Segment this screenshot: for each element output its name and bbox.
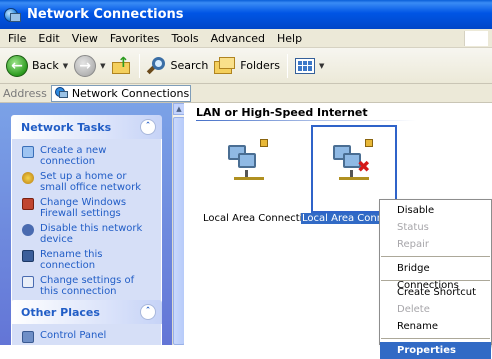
- task-label: Disable this network device: [40, 223, 143, 245]
- lan-connection-disconnected-icon[interactable]: ✖: [331, 139, 377, 185]
- menu-file[interactable]: File: [2, 32, 32, 45]
- network-tasks-body: Create a new connection Set up a home or…: [11, 139, 162, 308]
- place-control-panel[interactable]: Control Panel: [22, 330, 155, 343]
- menu-separator: [381, 338, 490, 339]
- disconnected-x-icon: ✖: [357, 157, 371, 176]
- up-button[interactable]: ↑: [109, 51, 135, 81]
- disable-device-icon: [22, 224, 34, 236]
- task-label: Rename this connection: [40, 249, 103, 271]
- place-label: Control Panel: [40, 330, 107, 341]
- address-bar: Address Network Connections: [0, 84, 492, 103]
- rename-icon: [22, 250, 34, 262]
- new-connection-icon: [22, 146, 34, 158]
- menu-help[interactable]: Help: [271, 32, 308, 45]
- menu-item-delete[interactable]: Delete: [380, 301, 491, 318]
- menu-edit[interactable]: Edit: [32, 32, 65, 45]
- menu-advanced[interactable]: Advanced: [205, 32, 271, 45]
- menu-item-status[interactable]: Status: [380, 219, 491, 236]
- home-network-icon: [22, 172, 34, 184]
- other-places-header[interactable]: Other Places ˆ: [11, 300, 162, 324]
- folders-label: Folders: [240, 59, 281, 72]
- task-pane: Network Tasks ˆ Create a new connection …: [0, 103, 172, 345]
- task-setup-home-network[interactable]: Set up a home or small office network: [22, 171, 155, 193]
- back-arrow-icon: ←: [6, 54, 28, 77]
- task-pane-scrollbar[interactable]: ▲: [172, 103, 185, 345]
- menu-bar: File Edit View Favorites Tools Advanced …: [0, 29, 492, 48]
- collapse-chevron-icon[interactable]: ˆ: [140, 304, 156, 320]
- context-menu: Disable Status Repair Bridge Connections…: [379, 199, 492, 359]
- forward-dropdown-icon[interactable]: ▼: [100, 62, 105, 70]
- task-label: Change settings of this connection: [40, 275, 135, 297]
- toolbar-separator: [138, 53, 140, 78]
- address-field[interactable]: Network Connections: [50, 84, 191, 102]
- menu-item-rename[interactable]: Rename: [380, 318, 491, 335]
- control-panel-icon: [22, 331, 34, 343]
- toolbar: ← Back ▼ → ▼ ↑ Search Folders ▼: [0, 48, 492, 84]
- views-icon: [295, 57, 316, 74]
- network-tasks-panel: Network Tasks ˆ Create a new connection …: [11, 115, 162, 308]
- windows-flag-logo: [464, 31, 488, 46]
- network-connections-icon: [54, 87, 68, 99]
- network-connections-icon: [4, 7, 22, 23]
- title-bar[interactable]: Network Connections: [0, 0, 492, 29]
- connection-label[interactable]: Local Area Connection: [202, 213, 316, 224]
- task-label: Create a new connection: [40, 145, 107, 167]
- back-dropdown-icon[interactable]: ▼: [63, 62, 68, 70]
- task-firewall-settings[interactable]: Change Windows Firewall settings: [22, 197, 155, 219]
- group-title: LAN or High-Speed Internet: [196, 106, 368, 119]
- task-disable-device[interactable]: Disable this network device: [22, 223, 155, 245]
- group-divider: [196, 120, 416, 121]
- firewall-icon: [22, 198, 34, 210]
- menu-favorites[interactable]: Favorites: [104, 32, 166, 45]
- other-places-title: Other Places: [21, 305, 100, 319]
- connection-label-selected[interactable]: Local Area Connection 2: [301, 213, 379, 224]
- toolbar-separator: [287, 53, 289, 78]
- task-label: Change Windows Firewall settings: [40, 197, 127, 219]
- other-places-body: Control Panel: [11, 324, 162, 345]
- folders-icon: [214, 56, 236, 75]
- back-label: Back: [32, 59, 59, 72]
- menu-view[interactable]: View: [66, 32, 104, 45]
- address-value: Network Connections: [71, 86, 190, 100]
- window-title: Network Connections: [27, 7, 184, 22]
- task-label: Set up a home or small office network: [40, 171, 142, 193]
- back-button[interactable]: ← Back ▼: [3, 51, 71, 81]
- views-dropdown-icon[interactable]: ▼: [319, 62, 324, 70]
- views-button[interactable]: ▼: [292, 51, 327, 81]
- collapse-chevron-icon[interactable]: ˆ: [140, 119, 156, 135]
- menu-tools[interactable]: Tools: [166, 32, 205, 45]
- settings-icon: [22, 276, 34, 288]
- task-change-settings[interactable]: Change settings of this connection: [22, 275, 155, 297]
- other-places-panel: Other Places ˆ Control Panel: [11, 300, 162, 345]
- network-tasks-header[interactable]: Network Tasks ˆ: [11, 115, 162, 139]
- forward-arrow-icon: →: [74, 54, 97, 77]
- task-rename-connection[interactable]: Rename this connection: [22, 249, 155, 271]
- menu-item-bridge-connections[interactable]: Bridge Connections: [380, 260, 491, 291]
- menu-item-create-shortcut[interactable]: Create Shortcut: [380, 284, 491, 301]
- lan-connection-icon[interactable]: [226, 139, 272, 185]
- address-label: Address: [3, 86, 47, 100]
- search-button[interactable]: Search: [144, 51, 212, 81]
- forward-button[interactable]: → ▼: [71, 51, 108, 81]
- task-create-new-connection[interactable]: Create a new connection: [22, 145, 155, 167]
- menu-separator: [381, 256, 490, 257]
- menu-item-repair[interactable]: Repair: [380, 236, 491, 253]
- folders-button[interactable]: Folders: [211, 51, 283, 81]
- search-icon: [146, 56, 167, 76]
- folder-up-icon: ↑: [111, 55, 132, 74]
- search-label: Search: [170, 59, 209, 72]
- menu-item-disable[interactable]: Disable: [380, 202, 491, 219]
- network-tasks-title: Network Tasks: [21, 120, 112, 134]
